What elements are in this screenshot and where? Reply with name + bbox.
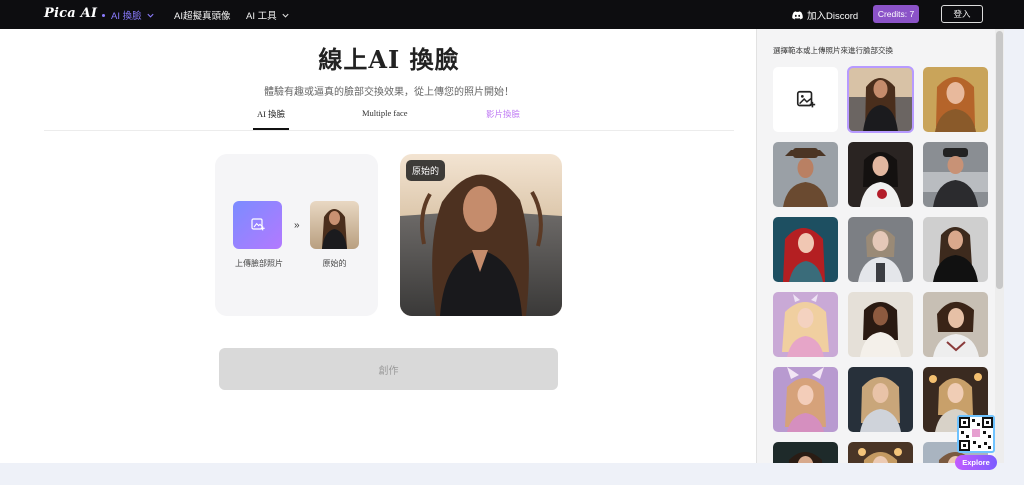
template-panel-scrollbar[interactable] — [995, 29, 1004, 463]
portrait-thumb — [848, 142, 913, 207]
portrait-thumb — [848, 67, 913, 132]
template-thumbnail[interactable] — [773, 217, 838, 282]
portrait-thumb — [773, 292, 838, 357]
portrait-thumb — [848, 292, 913, 357]
portrait-thumb — [773, 217, 838, 282]
portrait-thumb — [923, 292, 988, 357]
template-thumbnail[interactable] — [773, 367, 838, 432]
tab-ai-faceswap[interactable]: AI 換臉 — [252, 108, 290, 130]
top-navbar: Pica AI AI 換臉 AI超擬真頭像 AI 工具 加入Discord Cr… — [0, 0, 1024, 29]
template-thumbnail[interactable] — [923, 292, 988, 357]
nav-ai-tools[interactable]: AI 工具 — [246, 8, 290, 22]
original-preview-image: 原始的 — [400, 154, 562, 316]
chevron-down-icon — [147, 13, 154, 18]
portrait-thumb — [923, 142, 988, 207]
portrait-thumb — [923, 217, 988, 282]
portrait-thumb — [773, 142, 838, 207]
template-upload-button[interactable] — [773, 67, 838, 132]
discord-label: 加入Discord — [807, 11, 859, 22]
login-button[interactable]: 登入 — [941, 5, 983, 23]
nav-ai-portrait-label: AI超擬真頭像 — [174, 11, 231, 22]
portrait-thumb — [923, 67, 988, 132]
template-thumbnail[interactable] — [923, 217, 988, 282]
upload-face-label: 上傳臉部照片 — [235, 259, 283, 268]
scrollbar-thumb[interactable] — [996, 31, 1003, 289]
page-subtitle: 體驗有趣或逼真的臉部交換效果，從上傳您的照片開始！ — [264, 87, 514, 98]
add-image-icon — [796, 90, 815, 107]
template-thumbnail[interactable] — [847, 66, 914, 133]
template-thumbnail[interactable] — [923, 67, 988, 132]
upload-face-button[interactable] — [233, 201, 282, 249]
credits-button[interactable]: Credits: 7 — [873, 5, 919, 23]
nav-ai-tools-label: AI 工具 — [246, 11, 277, 22]
qr-code-icon — [959, 417, 993, 451]
tab-multiple-face[interactable]: Multiple face — [362, 108, 408, 118]
app-root: Pica AI AI 換臉 AI超擬真頭像 AI 工具 加入Discord Cr… — [0, 0, 1024, 485]
tab-video-faceswap[interactable]: 影片換臉 — [486, 108, 520, 120]
template-thumbnail[interactable] — [848, 142, 913, 207]
template-thumbnail[interactable] — [923, 142, 988, 207]
nav-ai-faceswap-label: AI 換臉 — [111, 11, 142, 22]
portrait-thumb — [848, 217, 913, 282]
mode-tabs: AI 換臉 Multiple face 影片換臉 — [44, 100, 734, 131]
template-thumbnail[interactable] — [848, 367, 913, 432]
nav-ai-faceswap[interactable]: AI 換臉 — [102, 8, 155, 22]
template-panel: 選擇範本或上傳照片來進行臉部交換 — [756, 29, 1004, 485]
explore-button[interactable]: Explore — [955, 455, 997, 470]
bottom-strip — [0, 463, 1024, 485]
portrait-thumb — [848, 367, 913, 432]
portrait-thumb — [773, 367, 838, 432]
chevron-down-icon — [282, 13, 289, 18]
arrow-separator: » — [294, 220, 300, 231]
woman-portrait-thumb — [310, 201, 359, 249]
template-thumbnail[interactable] — [848, 217, 913, 282]
template-panel-title: 選擇範本或上傳照片來進行臉部交換 — [773, 46, 893, 55]
original-thumbnail[interactable] — [310, 201, 359, 249]
page-title: 線上AI 換臉 — [318, 45, 460, 74]
active-dot-icon — [102, 13, 105, 17]
qr-code-widget[interactable] — [957, 415, 995, 453]
brand-logo[interactable]: Pica AI — [44, 6, 97, 21]
nav-ai-portrait[interactable]: AI超擬真頭像 — [174, 8, 230, 22]
join-discord-link[interactable]: 加入Discord — [792, 8, 858, 22]
add-image-icon — [250, 218, 265, 231]
original-tag: 原始的 — [406, 160, 446, 181]
original-label: 原始的 — [322, 259, 347, 268]
template-thumbnail[interactable] — [773, 142, 838, 207]
template-thumbnail[interactable] — [848, 292, 913, 357]
upload-card: » 上傳臉部照片 原始的 — [215, 154, 378, 316]
discord-icon — [792, 10, 803, 19]
create-button[interactable]: 創作 — [219, 348, 558, 390]
template-thumbnail[interactable] — [773, 292, 838, 357]
